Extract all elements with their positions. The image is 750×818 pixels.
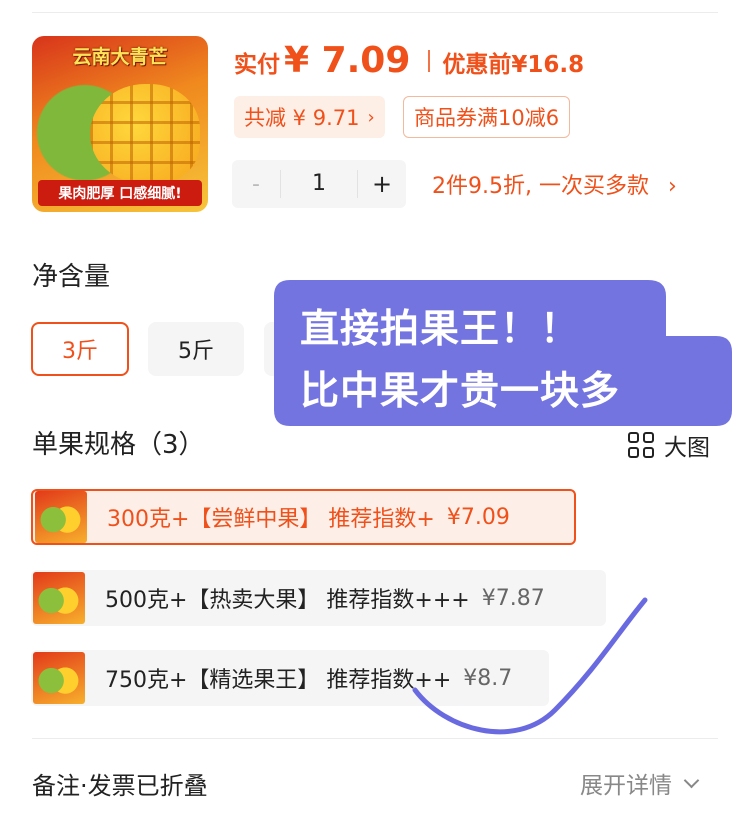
- net-content-title: 净含量: [32, 262, 111, 292]
- expand-details-link[interactable]: 展开详情: [580, 766, 700, 800]
- product-image[interactable]: 云南大青芒 果肉肥厚 口感细腻!: [32, 36, 208, 212]
- coupon-text: 商品券满10减6: [414, 106, 560, 130]
- spec-label: 300克+【尝鲜中果】 推荐指数+: [107, 507, 435, 532]
- discount-reduce-chip[interactable]: 共减 ¥ 9.71 ›: [234, 96, 385, 138]
- spec-title: 单果规格（3）: [32, 430, 205, 460]
- multi-buy-link[interactable]: 2件9.5折, 一次买多款 ›: [432, 168, 677, 200]
- multi-buy-text: 2件9.5折, 一次买多款: [432, 174, 649, 199]
- spec-option[interactable]: 300克+【尝鲜中果】 推荐指数+ ¥7.09: [31, 489, 576, 545]
- big-image-toggle[interactable]: 大图: [628, 428, 710, 462]
- annotation-bubble: 直接拍果王！！ 比中果才贵一块多: [274, 280, 732, 426]
- product-image-caption: 果肉肥厚 口感细腻!: [38, 180, 202, 206]
- chevron-right-icon: ›: [667, 174, 677, 199]
- spec-thumbnail: [35, 491, 87, 543]
- annotation-line-1: 直接拍果王！！: [300, 307, 581, 352]
- expand-details-text: 展开详情: [580, 773, 672, 799]
- spec-thumbnail: [33, 652, 85, 704]
- price-row: 实付 ¥ 7.09 优惠前 ¥16.8: [234, 40, 584, 90]
- chevron-down-icon: [683, 772, 700, 788]
- price-separator: [428, 50, 431, 72]
- spec-thumbnail: [33, 572, 85, 624]
- annotation-line-2: 比中果才贵一块多: [300, 369, 621, 414]
- coupon-chip[interactable]: 商品券满10减6: [403, 96, 571, 138]
- actual-price-label: 实付: [234, 52, 280, 78]
- remark-invoice-collapsed: 备注·发票已折叠: [32, 772, 208, 800]
- spec-label: 750克+【精选果王】 推荐指数++: [105, 668, 452, 693]
- product-image-title: 云南大青芒: [72, 46, 168, 68]
- actual-price-value: ¥ 7.09: [284, 40, 411, 81]
- discount-reduce-text: 共减 ¥ 9.71: [244, 106, 360, 130]
- top-divider: [32, 12, 718, 13]
- quantity-value[interactable]: 1: [280, 170, 358, 198]
- quantity-minus-button[interactable]: -: [232, 172, 280, 197]
- spec-price: ¥7.09: [446, 504, 510, 530]
- weight-option-5jin[interactable]: 5斤: [148, 322, 244, 376]
- big-image-label: 大图: [664, 435, 710, 461]
- original-price-value: ¥16.8: [511, 52, 585, 78]
- quantity-stepper: - 1 +: [232, 160, 406, 208]
- weight-option-3jin[interactable]: 3斤: [31, 322, 129, 376]
- original-price-label: 优惠前: [442, 52, 512, 78]
- handwritten-checkmark: [412, 597, 648, 735]
- grid-icon: [628, 432, 654, 458]
- mango-illustration: [90, 84, 200, 184]
- chevron-right-icon: ›: [367, 106, 375, 128]
- quantity-plus-button[interactable]: +: [358, 170, 406, 198]
